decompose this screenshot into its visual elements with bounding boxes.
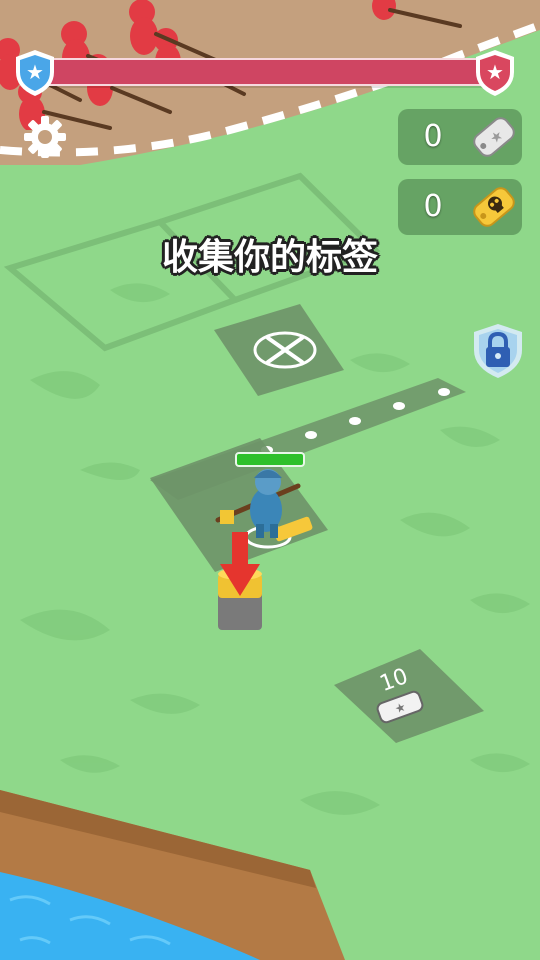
enemy-soldier-far — [372, 0, 462, 28]
gold-tag-count: 0 — [423, 189, 443, 224]
silver-dogtag-icon: ★ — [473, 117, 515, 157]
collect-tags-instruction: 收集你的标签 — [161, 237, 378, 278]
svg-text:★: ★ — [486, 60, 504, 84]
enemy-team-star-shield-icon: ★ — [476, 50, 514, 96]
player-health-bar — [235, 452, 305, 467]
upgrade-pad: ★ — [334, 649, 484, 743]
player-team-star-shield-icon: ★ — [16, 50, 54, 96]
gear-icon[interactable] — [22, 114, 68, 160]
lock-shield-icon[interactable] — [470, 322, 526, 380]
svg-text:★: ★ — [26, 60, 44, 84]
battle-health-bar — [30, 58, 498, 86]
gold-tag-counter: 0 — [398, 179, 522, 235]
silver-tag-counter: 0 ★ — [398, 109, 522, 165]
crossed-rifles-icon — [253, 331, 317, 369]
arrow-down-icon — [220, 532, 260, 596]
gold-skull-tag-icon — [473, 187, 515, 227]
silver-tag-count: 0 — [423, 119, 443, 154]
